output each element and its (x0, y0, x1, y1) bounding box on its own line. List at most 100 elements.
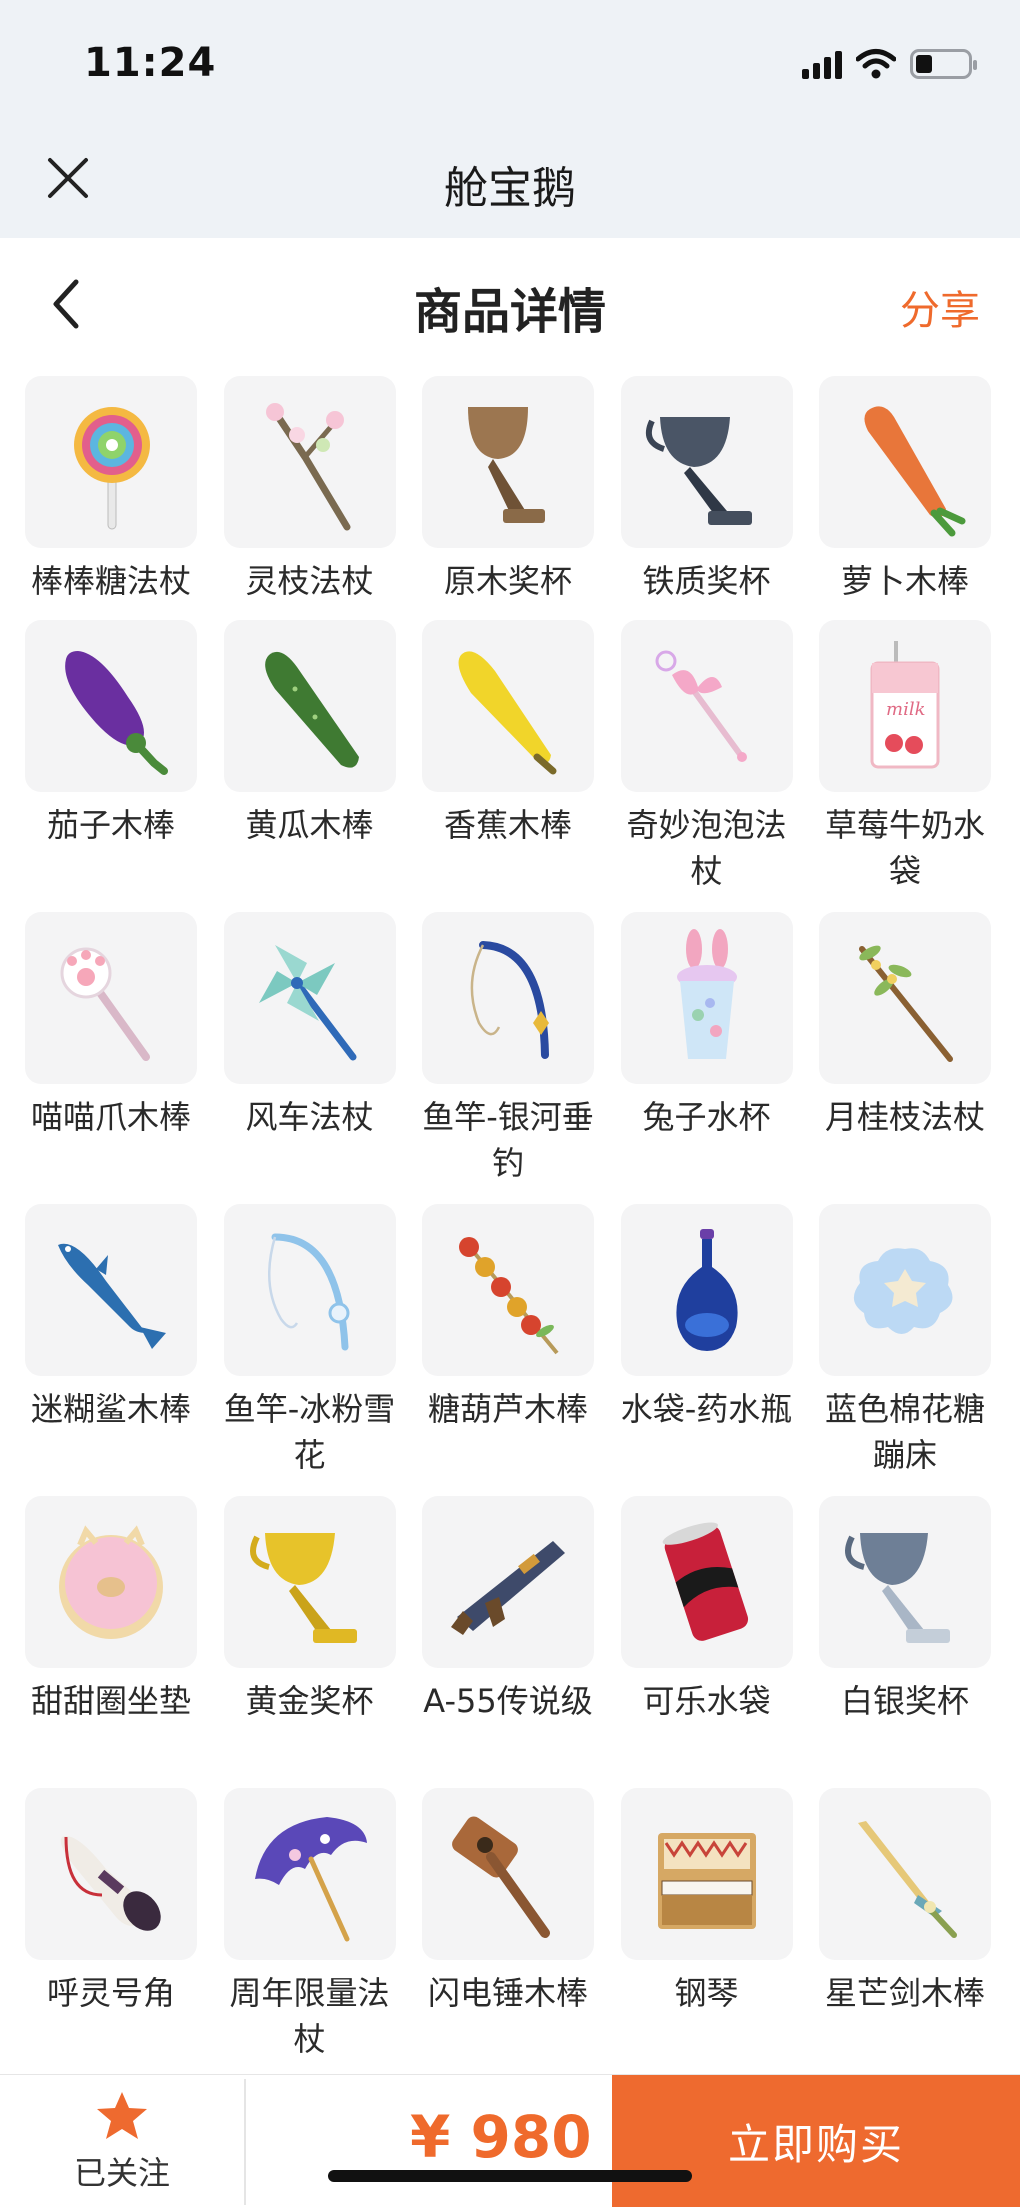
status-icons (802, 46, 977, 82)
star-icon (97, 2091, 147, 2139)
item-thumbnail (819, 1496, 991, 1668)
item-name: 鱼竿-银河垂钓 (422, 1098, 594, 1182)
grid-item[interactable]: 喵喵爪木棒 (24, 912, 198, 1204)
grid-item[interactable]: 闪电锤木棒 (421, 1788, 595, 2080)
grid-item[interactable]: 呼灵号角 (24, 1788, 198, 2080)
item-name: 呼灵号角 (46, 1974, 175, 2012)
item-name: 灵枝法杖 (245, 562, 374, 600)
item-thumbnail (223, 376, 396, 548)
item-name: 奇妙泡泡法杖 (626, 806, 787, 890)
piano-icon (657, 1833, 756, 1929)
status-time: 11:24 (84, 40, 217, 86)
grid-item[interactable]: 星芒剑木棒 (818, 1788, 992, 2080)
grid-item[interactable]: 黄金奖杯 (223, 1496, 397, 1788)
item-thumbnail (620, 620, 793, 792)
item-thumbnail (819, 376, 991, 548)
grid-item[interactable]: 蓝色棉花糖蹦床 (818, 1204, 992, 1496)
item-thumbnail (422, 912, 594, 1084)
grid-item[interactable]: milk 草莓牛奶水袋 (818, 620, 992, 912)
grid-item[interactable]: A-55传说级 (421, 1496, 595, 1788)
item-thumbnail (25, 1204, 197, 1376)
item-name: 闪电锤木棒 (427, 1974, 588, 2012)
grid-item[interactable]: 糖葫芦木棒 (421, 1204, 595, 1496)
cola-can-icon (662, 1522, 748, 1641)
grid-item[interactable]: 香蕉木棒 (421, 620, 595, 912)
grid-item[interactable]: 周年限量法杖 (223, 1788, 397, 2080)
item-thumbnail (25, 1788, 197, 1960)
divider (244, 2079, 246, 2205)
buy-now-button[interactable]: 立即购买 (612, 2075, 1020, 2207)
grid-item[interactable]: 兔子水杯 (620, 912, 794, 1204)
grid-item[interactable]: 迷糊鲨木棒 (24, 1204, 198, 1496)
item-thumbnail (422, 1204, 594, 1376)
grid-item[interactable]: 奇妙泡泡法杖 (620, 620, 794, 912)
iron-trophy-icon (645, 417, 752, 525)
milk-label: milk (886, 699, 926, 720)
horn-icon (60, 1836, 161, 1931)
item-thumbnail (819, 1204, 991, 1376)
grid-item[interactable]: 铁质奖杯 (620, 376, 794, 620)
item-thumbnail (819, 912, 991, 1084)
grid-item[interactable]: 棒棒糖法杖 (24, 376, 198, 620)
potion-bottle-icon (675, 1229, 738, 1351)
item-thumbnail (620, 912, 793, 1084)
grid-item[interactable]: 鱼竿-冰粉雪花 (223, 1204, 397, 1496)
donut-cushion-icon (59, 1525, 163, 1639)
item-thumbnail (422, 376, 594, 548)
follow-label: 已关注 (73, 2153, 170, 2192)
laurel-branch-wand-icon (859, 945, 953, 1062)
item-name: 水袋-药水瓶 (620, 1390, 793, 1428)
item-thumbnail (223, 1204, 396, 1376)
anniversary-umbrella-icon (254, 1817, 367, 1942)
item-name: 风车法杖 (245, 1098, 374, 1136)
item-thumbnail (620, 376, 793, 548)
item-name: 糖葫芦木棒 (427, 1390, 588, 1428)
lightning-hammer-icon (452, 1816, 550, 1938)
grid-item[interactable]: 甜甜圈坐垫 (24, 1496, 198, 1788)
grid-item[interactable]: 风车法杖 (223, 912, 397, 1204)
eggplant-club-icon (65, 651, 168, 775)
item-name: 迷糊鲨木棒 (30, 1390, 191, 1428)
item-name: 甜甜圈坐垫 (30, 1682, 191, 1720)
grid-item[interactable]: 月桂枝法杖 (818, 912, 992, 1204)
grid-item[interactable]: 鱼竿-银河垂钓 (421, 912, 595, 1204)
grid-item[interactable]: 原木奖杯 (421, 376, 595, 620)
candied-haws-club-icon (459, 1237, 559, 1355)
grid-item[interactable]: 萝卜木棒 (818, 376, 992, 620)
item-thumbnail (223, 620, 396, 792)
a55-rifle-icon (451, 1541, 565, 1635)
item-thumbnail (620, 1788, 793, 1960)
follow-button[interactable]: 已关注 (0, 2075, 244, 2207)
item-thumbnail (819, 1788, 991, 1960)
battery-icon (910, 49, 977, 79)
item-name: 茄子木棒 (46, 806, 175, 844)
item-thumbnail (223, 1788, 396, 1960)
item-name: A-55传说级 (423, 1682, 593, 1720)
item-name: 黄瓜木棒 (245, 806, 374, 844)
item-thumbnail (620, 1496, 793, 1668)
item-thumbnail (25, 1496, 197, 1668)
item-thumbnail (223, 912, 396, 1084)
grid-item[interactable]: 白银奖杯 (818, 1496, 992, 1788)
item-name: 鱼竿-冰粉雪花 (223, 1390, 396, 1474)
app-title: 舱宝鹅 (444, 163, 576, 214)
cat-paw-club-icon (60, 947, 150, 1061)
item-thumbnail (620, 1204, 793, 1376)
share-button[interactable]: 分享 (900, 278, 980, 336)
grid-item[interactable]: 钢琴 (620, 1788, 794, 2080)
item-thumbnail (25, 620, 197, 792)
pinwheel-wand-icon (258, 945, 356, 1061)
lollipop-wand-icon (74, 407, 150, 530)
item-thumbnail: milk (819, 620, 991, 792)
gold-trophy-icon (249, 1533, 357, 1643)
item-name: 月桂枝法杖 (824, 1098, 985, 1136)
grid-item[interactable]: 灵枝法杖 (223, 376, 397, 620)
grid-item[interactable]: 茄子木棒 (24, 620, 198, 912)
grid-item[interactable]: 可乐水袋 (620, 1496, 794, 1788)
page-nav: 商品详情 分享 (0, 238, 1020, 368)
wooden-trophy-icon (468, 407, 545, 523)
grid-item[interactable]: 水袋-药水瓶 (620, 1204, 794, 1496)
grid-item[interactable]: 黄瓜木棒 (223, 620, 397, 912)
star-sword-icon (858, 1821, 957, 1938)
item-name: 可乐水袋 (642, 1682, 771, 1720)
